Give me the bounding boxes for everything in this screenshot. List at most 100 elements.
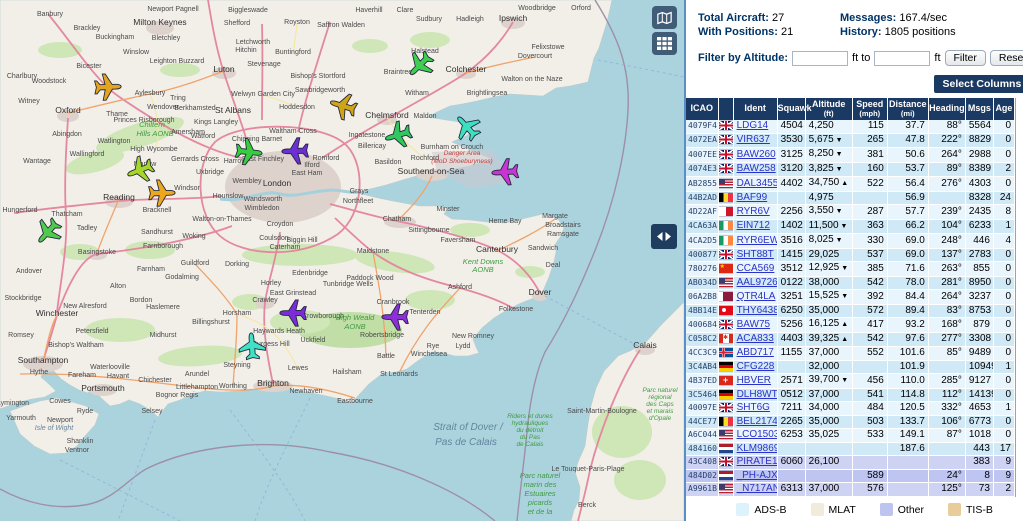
stats-block: Total Aircraft: 27 Messages: 167.4/sec W…: [698, 12, 1023, 38]
altitude-min-input[interactable]: [792, 51, 848, 66]
altitude-cell: 15,525 ▼: [805, 290, 852, 305]
ident-link[interactable]: THY6438: [737, 305, 778, 316]
ident-link[interactable]: RYR6V: [737, 206, 770, 217]
table-row[interactable]: 4072EAVIR63735305,675 ▼26547.8222°88290: [686, 133, 1015, 148]
table-row[interactable]: 40097ESHT6G721134,000484120.5332°46531: [686, 402, 1015, 416]
map-label: Biggleswade: [228, 7, 268, 14]
ident-link[interactable]: SHT6G: [737, 402, 770, 413]
table-row[interactable]: 3C4AB4CFG22832,000101.9109491: [686, 360, 1015, 374]
table-row[interactable]: A9961B_N717AN631337,000576125°732: [686, 483, 1015, 497]
table-row[interactable]: AB034DAAL9726012238,00054278.0281°89500: [686, 276, 1015, 290]
altitude-max-input[interactable]: [874, 51, 930, 66]
ident-link[interactable]: BEL2174: [737, 416, 778, 427]
table-header-row[interactable]: ICAO IdentSquawkAltitude(ft)Speed(mph)Dis…: [686, 98, 1015, 120]
table-row[interactable]: 06A2B8QTR4LA325115,525 ▼39284.4264°32370: [686, 290, 1015, 305]
ident-link[interactable]: LDG14: [737, 120, 769, 131]
altitude-cell: 4,250: [805, 120, 852, 133]
table-row[interactable]: 4D22AFRYR6V22563,550 ▼28757.7239°24358: [686, 205, 1015, 220]
ident-link[interactable]: ACA833: [737, 333, 774, 344]
table-row[interactable]: 3C5464DLH8WT051237,000541114.8112°141390: [686, 388, 1015, 402]
ident-link[interactable]: _N717AN: [737, 483, 778, 494]
table-row[interactable]: 43C408PIRATE14606026,1003839: [686, 456, 1015, 470]
ident-link[interactable]: BAW258: [737, 163, 776, 174]
heading-cell: 112°: [928, 388, 965, 402]
column-header[interactable]: Age: [993, 98, 1014, 120]
table-row[interactable]: 4BB14ETHY6438625035,00057289.483°87530: [686, 304, 1015, 318]
column-header[interactable]: Msgs: [965, 98, 993, 120]
table-row[interactable]: 44B2ADBAF994,97556.9832824: [686, 191, 1015, 205]
table-row[interactable]: 44CE77BEL2174226535,000503133.7106°67730: [686, 415, 1015, 429]
age-cell: 0: [993, 415, 1014, 429]
map-label: Fareham: [68, 372, 96, 379]
select-columns-button[interactable]: Select Columns: [934, 75, 1023, 93]
filter-button[interactable]: Filter: [945, 50, 986, 66]
ident-link[interactable]: SHT88T: [737, 249, 774, 260]
column-header[interactable]: Heading: [928, 98, 965, 120]
table-grid-button[interactable]: [652, 32, 677, 55]
table-row[interactable]: 484160KLM9869187.644317: [686, 442, 1015, 456]
table-row[interactable]: 4079F4LDG1445044,25011537.788°55640: [686, 120, 1015, 133]
us-flag-icon: [719, 179, 733, 188]
map-label: Tunbridge Wells: [323, 281, 374, 288]
climbing-icon: ▲: [839, 321, 848, 328]
ident-link[interactable]: _PH-AJX: [737, 470, 778, 481]
age-cell: 1: [993, 360, 1014, 374]
map-label: Gerrards Cross: [171, 156, 219, 163]
ident-link[interactable]: LCO1503: [737, 429, 778, 440]
column-header[interactable]: ICAO: [686, 98, 718, 120]
ident-link[interactable]: ABD717: [737, 347, 774, 358]
column-header[interactable]: Distance(mi): [887, 98, 928, 120]
column-header[interactable]: [718, 98, 733, 120]
ident-link[interactable]: BAW75: [737, 319, 771, 330]
ident-link[interactable]: BAF99: [737, 192, 768, 203]
msgs-cell: 2783: [965, 248, 993, 262]
age-cell: 0: [993, 429, 1014, 443]
ident-link[interactable]: HBVER: [737, 375, 771, 386]
map[interactable]: BanburyBrackleyBuckinghamNewport Pagnell…: [0, 0, 684, 521]
table-row[interactable]: 4B37EDHBVER257139,700 ▼456110.0285°91270: [686, 374, 1015, 389]
age-cell: 0: [993, 276, 1014, 290]
table-row[interactable]: 4074E3BAW25831203,825 ▼16053.789°83892: [686, 162, 1015, 177]
distance-cell: 47.8: [887, 133, 928, 148]
table-row[interactable]: 400684BAW75525616,125 ▲41793.2168°8790: [686, 318, 1015, 333]
ident-link[interactable]: PIRATE14: [737, 456, 778, 467]
table-row[interactable]: C058C2ACA833440339,325 ▲54297.6277°33080: [686, 332, 1015, 347]
map-label: Reading: [103, 192, 135, 202]
column-header[interactable]: Speed(mph): [852, 98, 887, 120]
ident-link[interactable]: VIR637: [737, 134, 770, 145]
table-row[interactable]: 4CA2D5RYR6EW35168,025 ▼33069.0248°4464: [686, 234, 1015, 249]
table-row[interactable]: 4007EEBAW26031258,250 ▼38150.6264°29880: [686, 148, 1015, 163]
map-layers-button[interactable]: [652, 6, 677, 29]
speed-cell: 552: [852, 347, 887, 361]
ident-link[interactable]: KLM9869: [737, 443, 778, 454]
ident-link[interactable]: DLH8WT: [737, 389, 778, 400]
table-row[interactable]: 4CC3C9ABD717115537,000552101.685°94890: [686, 347, 1015, 361]
distance-cell: 133.7: [887, 415, 928, 429]
heading-cell: 87°: [928, 429, 965, 443]
table-row[interactable]: AB2855DAL3455440234,750 ▲52256.4276°4303…: [686, 177, 1015, 192]
table-row[interactable]: 780276CCA569351212,925 ▼38571.6263°8550: [686, 262, 1015, 277]
ident-link[interactable]: CFG228: [737, 361, 775, 372]
ident-link[interactable]: RYR6EW: [737, 235, 778, 246]
column-header[interactable]: Altitude(ft): [805, 98, 852, 120]
map-label: Southampton: [18, 355, 69, 365]
column-header[interactable]: Squawk: [777, 98, 805, 120]
table-row[interactable]: 484D02_PH-AJX58924°89: [686, 469, 1015, 483]
sidebar-toggle-button[interactable]: [651, 224, 677, 249]
age-cell: 17: [993, 442, 1014, 456]
table-row[interactable]: 400877SHT88T141529,02553769.0137°27830: [686, 248, 1015, 262]
ident-cell: LCO1503: [733, 429, 777, 443]
map-label: Coulsdon: [259, 235, 289, 242]
ident-link[interactable]: CCA569: [737, 263, 775, 274]
altitude-cell: 37,000: [805, 347, 852, 361]
ident-link[interactable]: BAW260: [737, 149, 776, 160]
map-label: Wimbledon: [244, 205, 279, 212]
ident-link[interactable]: DAL3455: [737, 178, 778, 189]
column-header[interactable]: Ident: [733, 98, 777, 120]
ident-link[interactable]: AAL9726: [737, 277, 778, 288]
reset-button[interactable]: Reset: [990, 50, 1023, 66]
table-row[interactable]: 4CA63AEIN712140211,500 ▼36366.2104°62331: [686, 219, 1015, 234]
table-row[interactable]: A6C044LCO1503625335,025533149.187°10180: [686, 429, 1015, 443]
ident-link[interactable]: QTR4LA: [737, 291, 776, 302]
ident-link[interactable]: EIN712: [737, 220, 770, 231]
